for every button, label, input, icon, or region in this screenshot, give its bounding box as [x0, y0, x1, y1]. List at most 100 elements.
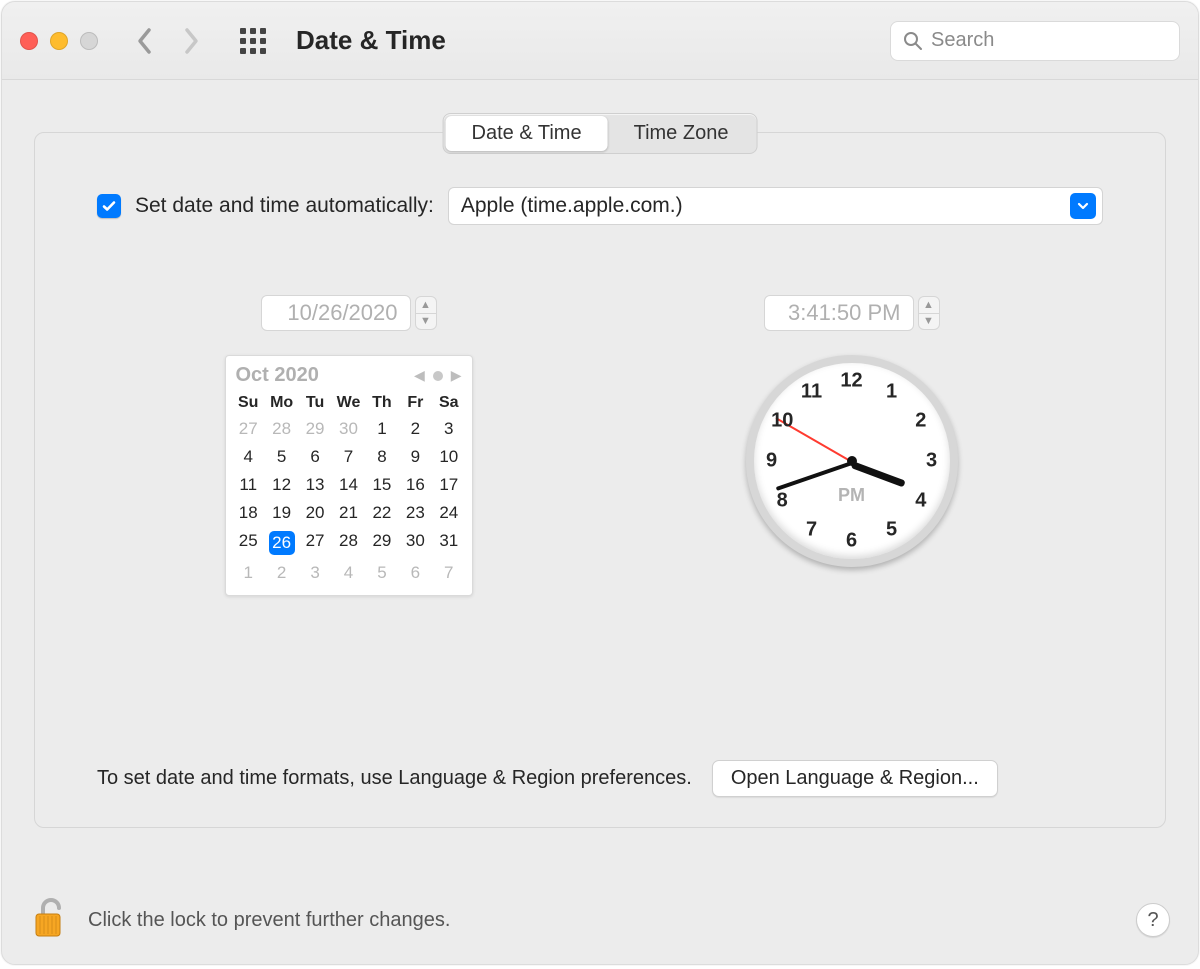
help-button[interactable]: ?: [1136, 903, 1170, 937]
date-column: 10/26/2020 ▲ ▼ Oct 2020 ◀ ▶: [97, 295, 600, 596]
calendar-day[interactable]: 4: [332, 559, 365, 587]
tab-date-time[interactable]: Date & Time: [446, 116, 608, 151]
calendar-day[interactable]: 14: [332, 471, 365, 499]
calendar-day[interactable]: 30: [332, 415, 365, 443]
calendar-day[interactable]: 29: [298, 415, 331, 443]
stepper-down-icon: ▼: [919, 314, 939, 330]
close-window-button[interactable]: [20, 32, 38, 50]
calendar-day[interactable]: 3: [298, 559, 331, 587]
calendar-day[interactable]: 16: [399, 471, 432, 499]
window-controls: [20, 32, 98, 50]
calendar-day[interactable]: 28: [265, 415, 298, 443]
clock-number: 7: [798, 519, 826, 542]
lock-text: Click the lock to prevent further change…: [88, 909, 450, 932]
calendar-day[interactable]: 1: [365, 415, 398, 443]
calendar-day[interactable]: 29: [365, 527, 398, 559]
main-card: Date & Time Time Zone Set date and time …: [34, 132, 1166, 828]
show-all-button[interactable]: [240, 28, 266, 54]
calendar-day[interactable]: 1: [232, 559, 265, 587]
calendar-day[interactable]: 22: [365, 499, 398, 527]
calendar: Oct 2020 ◀ ▶ SuMoTuWeThFrSa2728293012345…: [225, 355, 473, 596]
calendar-day[interactable]: 31: [432, 527, 465, 559]
clock-number: 6: [838, 530, 866, 553]
calendar-day[interactable]: 13: [298, 471, 331, 499]
clock-number: 9: [758, 450, 786, 473]
calendar-day[interactable]: 23: [399, 499, 432, 527]
date-stepper-arrows[interactable]: ▲ ▼: [415, 296, 437, 330]
calendar-day[interactable]: 4: [232, 443, 265, 471]
calendar-day[interactable]: 6: [399, 559, 432, 587]
clock-number: 8: [768, 490, 796, 513]
datetime-row: 10/26/2020 ▲ ▼ Oct 2020 ◀ ▶: [97, 295, 1103, 596]
tab-time-zone[interactable]: Time Zone: [608, 116, 755, 151]
calendar-day[interactable]: 11: [232, 471, 265, 499]
calendar-prev-button[interactable]: ◀: [414, 367, 425, 384]
clock-ampm: PM: [838, 485, 865, 506]
clock-number: 3: [918, 450, 946, 473]
stepper-up-icon: ▲: [919, 297, 939, 314]
calendar-day[interactable]: 3: [432, 415, 465, 443]
calendar-day[interactable]: 12: [265, 471, 298, 499]
clock-number: 4: [907, 490, 935, 513]
calendar-day[interactable]: 5: [265, 443, 298, 471]
calendar-day[interactable]: 15: [365, 471, 398, 499]
calendar-day[interactable]: 24: [432, 499, 465, 527]
calendar-day[interactable]: 28: [332, 527, 365, 559]
calendar-day[interactable]: 21: [332, 499, 365, 527]
lock-button[interactable]: [30, 894, 70, 947]
calendar-today-button[interactable]: [433, 371, 443, 381]
calendar-day[interactable]: 2: [265, 559, 298, 587]
nav-buttons: [136, 27, 200, 55]
search-icon: [903, 31, 923, 51]
pane-title: Date & Time: [296, 25, 446, 56]
combo-chevron-button[interactable]: [1070, 193, 1096, 219]
preferences-window: Date & Time Search Date & Time Time Zone…: [1, 1, 1199, 965]
date-field[interactable]: 10/26/2020: [261, 295, 411, 331]
calendar-day[interactable]: 7: [432, 559, 465, 587]
formats-hint: To set date and time formats, use Langua…: [97, 767, 692, 790]
calendar-dow: Tu: [298, 391, 331, 415]
calendar-dow: We: [332, 391, 365, 415]
calendar-day[interactable]: 2: [399, 415, 432, 443]
calendar-day[interactable]: 26: [265, 527, 298, 559]
content: Date & Time Time Zone Set date and time …: [2, 80, 1198, 876]
calendar-day[interactable]: 8: [365, 443, 398, 471]
calendar-next-button[interactable]: ▶: [451, 367, 462, 384]
calendar-day[interactable]: 20: [298, 499, 331, 527]
calendar-day[interactable]: 27: [232, 415, 265, 443]
calendar-day[interactable]: 10: [432, 443, 465, 471]
minimize-window-button[interactable]: [50, 32, 68, 50]
stepper-down-icon: ▼: [416, 314, 436, 330]
back-button[interactable]: [136, 27, 154, 55]
clock-hour-hand: [850, 461, 905, 487]
stepper-up-icon: ▲: [416, 297, 436, 314]
calendar-day[interactable]: 17: [432, 471, 465, 499]
clock-number: 12: [838, 370, 866, 393]
clock-number: 2: [907, 410, 935, 433]
calendar-dow: Th: [365, 391, 398, 415]
calendar-day[interactable]: 18: [232, 499, 265, 527]
search-field[interactable]: Search: [890, 21, 1180, 61]
time-stepper-arrows[interactable]: ▲ ▼: [918, 296, 940, 330]
time-field[interactable]: 3:41:50 PM: [764, 295, 914, 331]
calendar-nav: ◀ ▶: [414, 367, 462, 384]
calendar-day[interactable]: 27: [298, 527, 331, 559]
calendar-day[interactable]: 25: [232, 527, 265, 559]
calendar-day[interactable]: 19: [265, 499, 298, 527]
toolbar: Date & Time Search: [2, 2, 1198, 80]
auto-checkbox[interactable]: [97, 194, 121, 218]
zoom-window-button[interactable]: [80, 32, 98, 50]
footer: Click the lock to prevent further change…: [2, 876, 1198, 964]
open-language-region-button[interactable]: Open Language & Region...: [712, 760, 998, 797]
clock-number: 1: [878, 380, 906, 403]
calendar-day[interactable]: 9: [399, 443, 432, 471]
forward-button[interactable]: [182, 27, 200, 55]
card-bottom-row: To set date and time formats, use Langua…: [97, 760, 1103, 797]
clock-pivot: [847, 456, 857, 466]
calendar-day[interactable]: 5: [365, 559, 398, 587]
calendar-day[interactable]: 30: [399, 527, 432, 559]
calendar-day[interactable]: 7: [332, 443, 365, 471]
calendar-dow: Su: [232, 391, 265, 415]
time-server-combo[interactable]: Apple (time.apple.com.): [448, 187, 1103, 225]
calendar-day[interactable]: 6: [298, 443, 331, 471]
